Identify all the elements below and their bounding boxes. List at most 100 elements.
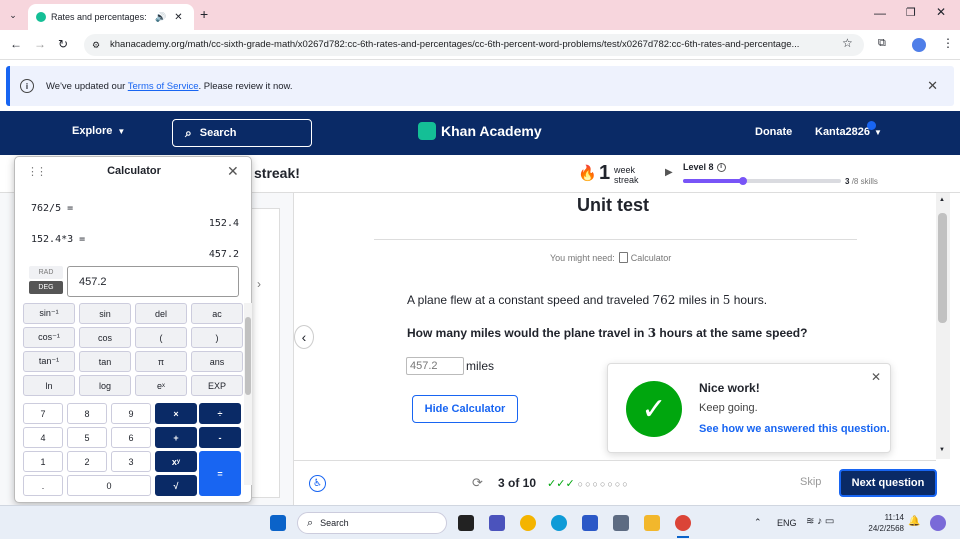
calc-key-sci[interactable]: tan⁻¹: [23, 351, 75, 372]
wifi-sound-battery-icons[interactable]: ≋ ♪ ▭: [806, 516, 834, 527]
browser-menu-icon[interactable]: ⋮: [942, 36, 954, 50]
teams-icon[interactable]: [489, 515, 505, 531]
calc-key-digit[interactable]: 2: [67, 451, 107, 472]
calc-key-digit[interactable]: 4: [23, 427, 63, 448]
forward-arrow-icon[interactable]: →: [34, 37, 46, 51]
calc-key-digit[interactable]: 8: [67, 403, 107, 424]
explore-menu[interactable]: Explore ▼: [72, 125, 125, 137]
calc-key-operator[interactable]: xʸ: [155, 451, 197, 472]
deg-toggle[interactable]: DEG: [29, 281, 63, 294]
tab-close-icon[interactable]: ✕: [174, 12, 182, 23]
chevron-right-icon[interactable]: ›: [257, 277, 261, 291]
taskbar-search[interactable]: ⌕ Search: [297, 512, 447, 534]
calc-key-sci[interactable]: sin: [79, 303, 131, 324]
calc-key-sci[interactable]: EXP: [191, 375, 243, 396]
terms-of-service-link[interactable]: Terms of Service: [128, 81, 199, 92]
windows-start-icon[interactable]: [270, 515, 286, 531]
donate-link[interactable]: Donate: [755, 126, 792, 138]
calc-key-decimal[interactable]: .: [23, 475, 63, 496]
calc-key-sci[interactable]: del: [135, 303, 187, 324]
calc-key-sci[interactable]: eˣ: [135, 375, 187, 396]
chrome-icon[interactable]: [520, 515, 536, 531]
scroll-thumb[interactable]: [938, 213, 947, 323]
level-progress-fill: [683, 179, 744, 183]
window-close-icon[interactable]: ✕: [936, 5, 946, 19]
calc-key-sci[interactable]: ): [191, 327, 243, 348]
site-info-icon[interactable]: ⚙: [92, 34, 100, 56]
calculator-tool-link[interactable]: Calculator: [631, 253, 672, 263]
calc-key-sci[interactable]: π: [135, 351, 187, 372]
edge-icon[interactable]: [551, 515, 567, 531]
main-scrollbar[interactable]: ▲ ▼: [936, 193, 950, 459]
calculator-close-icon[interactable]: ✕: [227, 163, 239, 180]
problem-statement: A plane flew at a constant speed and tra…: [407, 293, 768, 307]
calc-key-digit[interactable]: 0: [67, 475, 151, 496]
calc-key-sci[interactable]: ans: [191, 351, 243, 372]
answer-input[interactable]: 457.2: [406, 357, 464, 375]
folder-icon[interactable]: [644, 515, 660, 531]
store-icon[interactable]: [582, 515, 598, 531]
progress-dots: ✓ ✓ ✓ ○○○○○○○: [547, 477, 630, 490]
scroll-down-icon[interactable]: ▼: [939, 447, 945, 453]
calc-key-digit[interactable]: 6: [111, 427, 151, 448]
calc-display[interactable]: 457.2: [67, 266, 239, 297]
khan-logo[interactable]: Khan Academy: [418, 122, 542, 140]
calc-key-sci[interactable]: cos⁻¹: [23, 327, 75, 348]
khan-favicon-icon: [36, 12, 46, 22]
search-box[interactable]: ⌕ Search: [172, 119, 312, 147]
keypad-scroll-thumb[interactable]: [245, 317, 251, 395]
toast-close-icon[interactable]: ✕: [871, 370, 881, 384]
restart-icon[interactable]: ⟳: [472, 475, 483, 491]
audio-playing-icon[interactable]: 🔊: [155, 12, 166, 23]
extensions-icon[interactable]: ⧉: [878, 37, 886, 50]
calc-key-digit[interactable]: 5: [67, 427, 107, 448]
calc-key-sci[interactable]: ln: [23, 375, 75, 396]
browser-tab[interactable]: Rates and percentages: Uni 🔊 ✕: [28, 4, 194, 30]
calc-key-sci[interactable]: (: [135, 327, 187, 348]
new-tab-plus-icon[interactable]: +: [200, 6, 208, 22]
calc-key-sqrt[interactable]: √: [155, 475, 197, 496]
url-field[interactable]: ⚙ khanacademy.org/math/cc-sixth-grade-ma…: [84, 34, 864, 56]
reload-icon[interactable]: ↻: [58, 37, 68, 51]
calc-key-sci[interactable]: sin⁻¹: [23, 303, 75, 324]
see-answer-link[interactable]: See how we answered this question.: [699, 423, 890, 435]
chrome-active-icon[interactable]: [675, 515, 691, 531]
notification-bell-icon[interactable]: 🔔: [908, 516, 920, 527]
scroll-up-icon[interactable]: ▲: [939, 197, 945, 203]
level-info-icon[interactable]: i: [716, 162, 726, 172]
skip-button[interactable]: Skip: [800, 476, 821, 488]
calc-key-digit[interactable]: 3: [111, 451, 151, 472]
file-explorer-icon[interactable]: [458, 515, 474, 531]
calc-key-digit[interactable]: 9: [111, 403, 151, 424]
collapse-panel-chevron-icon[interactable]: ‹: [294, 325, 314, 349]
keypad-scrollbar[interactable]: [244, 303, 252, 485]
camera-icon[interactable]: [613, 515, 629, 531]
minimize-icon[interactable]: —: [874, 6, 886, 20]
notice-close-icon[interactable]: ✕: [927, 78, 938, 94]
hide-calculator-button[interactable]: Hide Calculator: [412, 395, 518, 423]
calc-key-sci[interactable]: log: [79, 375, 131, 396]
bookmark-star-icon[interactable]: ☆: [842, 36, 853, 50]
accessibility-icon[interactable]: ♿: [309, 475, 326, 492]
streak-count: 1: [599, 162, 611, 184]
tray-chevron-icon[interactable]: ⌃: [754, 517, 762, 528]
rad-toggle[interactable]: RAD: [29, 266, 63, 279]
clock[interactable]: 11:14 24/2/2568: [858, 512, 904, 534]
calc-key-equals[interactable]: =: [199, 451, 241, 496]
tab-list-chevron-icon[interactable]: ⌄: [6, 8, 20, 22]
back-arrow-icon[interactable]: ←: [10, 37, 22, 51]
calc-key-sci[interactable]: cos: [79, 327, 131, 348]
profile-avatar[interactable]: [912, 38, 926, 52]
calc-key-sci[interactable]: ac: [191, 303, 243, 324]
next-question-button[interactable]: Next question: [839, 469, 937, 497]
language-indicator[interactable]: ENG: [777, 518, 797, 528]
calc-key-operator[interactable]: +: [155, 427, 197, 448]
calc-key-operator[interactable]: ÷: [199, 403, 241, 424]
copilot-icon[interactable]: [930, 515, 946, 531]
calc-key-sci[interactable]: tan: [79, 351, 131, 372]
restore-icon[interactable]: ❐: [906, 6, 916, 19]
calc-key-digit[interactable]: 7: [23, 403, 63, 424]
calc-key-operator[interactable]: ×: [155, 403, 197, 424]
calc-key-digit[interactable]: 1: [23, 451, 63, 472]
calc-key-operator[interactable]: -: [199, 427, 241, 448]
